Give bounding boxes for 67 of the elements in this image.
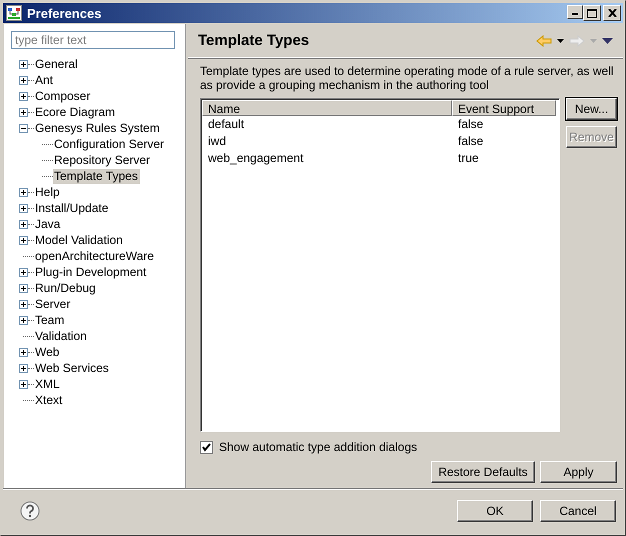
expand-icon[interactable] <box>19 284 28 292</box>
tree-item[interactable]: XML <box>34 376 62 392</box>
expand-icon[interactable] <box>19 236 28 244</box>
table-cell-text: true <box>457 150 480 167</box>
ok-button[interactable]: OK <box>457 500 533 522</box>
minimize-icon <box>572 13 578 15</box>
tree-item[interactable]: Composer <box>34 88 92 104</box>
tree-item[interactable]: Ecore Diagram <box>34 104 118 120</box>
tree-item[interactable]: Repository Server <box>53 152 152 168</box>
tree-item[interactable]: Web Services <box>34 360 111 376</box>
minimize-button[interactable] <box>567 5 583 19</box>
expand-icon[interactable] <box>19 76 28 84</box>
expand-icon[interactable] <box>19 316 28 324</box>
tree-item[interactable]: Template Types <box>53 168 140 184</box>
dropdown-caret-icon[interactable] <box>557 38 564 42</box>
page-title: Template Types <box>198 32 310 49</box>
close-icon <box>608 9 616 17</box>
maximize-button[interactable] <box>583 5 601 21</box>
page-description: Template types are used to determine operating mode of a rule server, as well as provide a grouping mechanism in the authoring tool <box>200 64 615 92</box>
tree-item[interactable]: Web <box>34 344 62 360</box>
maximize-icon <box>587 8 597 18</box>
expand-icon[interactable] <box>19 204 28 212</box>
expand-icon[interactable] <box>19 108 28 116</box>
close-button[interactable] <box>603 5 621 21</box>
tree-item[interactable]: Genesys Rules System <box>34 120 162 136</box>
table-cell-text: false <box>457 116 484 133</box>
expand-icon[interactable] <box>19 380 28 388</box>
tree-item[interactable]: Ant <box>34 72 56 88</box>
table-action-button[interactable]: New... <box>566 98 617 120</box>
tree-item[interactable]: Xtext <box>34 392 64 408</box>
tree-item[interactable]: Model Validation <box>34 232 125 248</box>
help-icon[interactable] <box>20 501 40 521</box>
checkbox-label[interactable]: Show automatic type addition dialogs <box>219 440 418 454</box>
restore-defaults-button[interactable]: Restore Defaults <box>431 461 535 483</box>
expand-icon[interactable] <box>19 92 28 100</box>
filter-field[interactable]: type filter text <box>11 31 175 49</box>
column-header[interactable]: Event Support <box>452 100 556 116</box>
expand-icon[interactable] <box>19 220 28 228</box>
tree-item[interactable]: Install/Update <box>34 200 110 216</box>
tree-item[interactable]: Java <box>34 216 62 232</box>
expand-icon[interactable] <box>19 364 28 372</box>
expand-icon[interactable] <box>19 348 28 356</box>
expand-icon[interactable] <box>19 60 28 68</box>
menu-icon[interactable] <box>602 38 613 44</box>
table-cell-text: default <box>207 116 246 133</box>
tree-item[interactable]: Configuration Server <box>53 136 166 152</box>
tree-item[interactable]: Help <box>34 184 62 200</box>
table-cell-text: false <box>457 133 484 150</box>
app-icon <box>6 5 22 21</box>
apply-button[interactable]: Apply <box>540 461 617 483</box>
cancel-button[interactable]: Cancel <box>540 500 616 522</box>
table-cell-text: web_engagement <box>207 150 304 167</box>
expand-icon[interactable] <box>19 300 28 308</box>
expand-icon[interactable] <box>19 268 28 276</box>
tree-item[interactable]: openArchitectureWare <box>34 248 156 264</box>
column-header[interactable]: Name <box>202 100 452 116</box>
tree-item[interactable]: Plug-in Development <box>34 264 148 280</box>
tree-item[interactable]: Validation <box>34 328 89 344</box>
checkbox[interactable] <box>200 440 213 454</box>
tree-item[interactable]: Server <box>34 296 72 312</box>
tree-item[interactable]: General <box>34 56 80 72</box>
tree-item[interactable]: Team <box>34 312 66 328</box>
table-cell-text: iwd <box>207 133 228 150</box>
tree-item[interactable]: Run/Debug <box>34 280 98 296</box>
window-title: Preferences <box>27 6 102 20</box>
expand-icon[interactable] <box>19 188 28 196</box>
collapse-icon[interactable] <box>19 124 28 132</box>
